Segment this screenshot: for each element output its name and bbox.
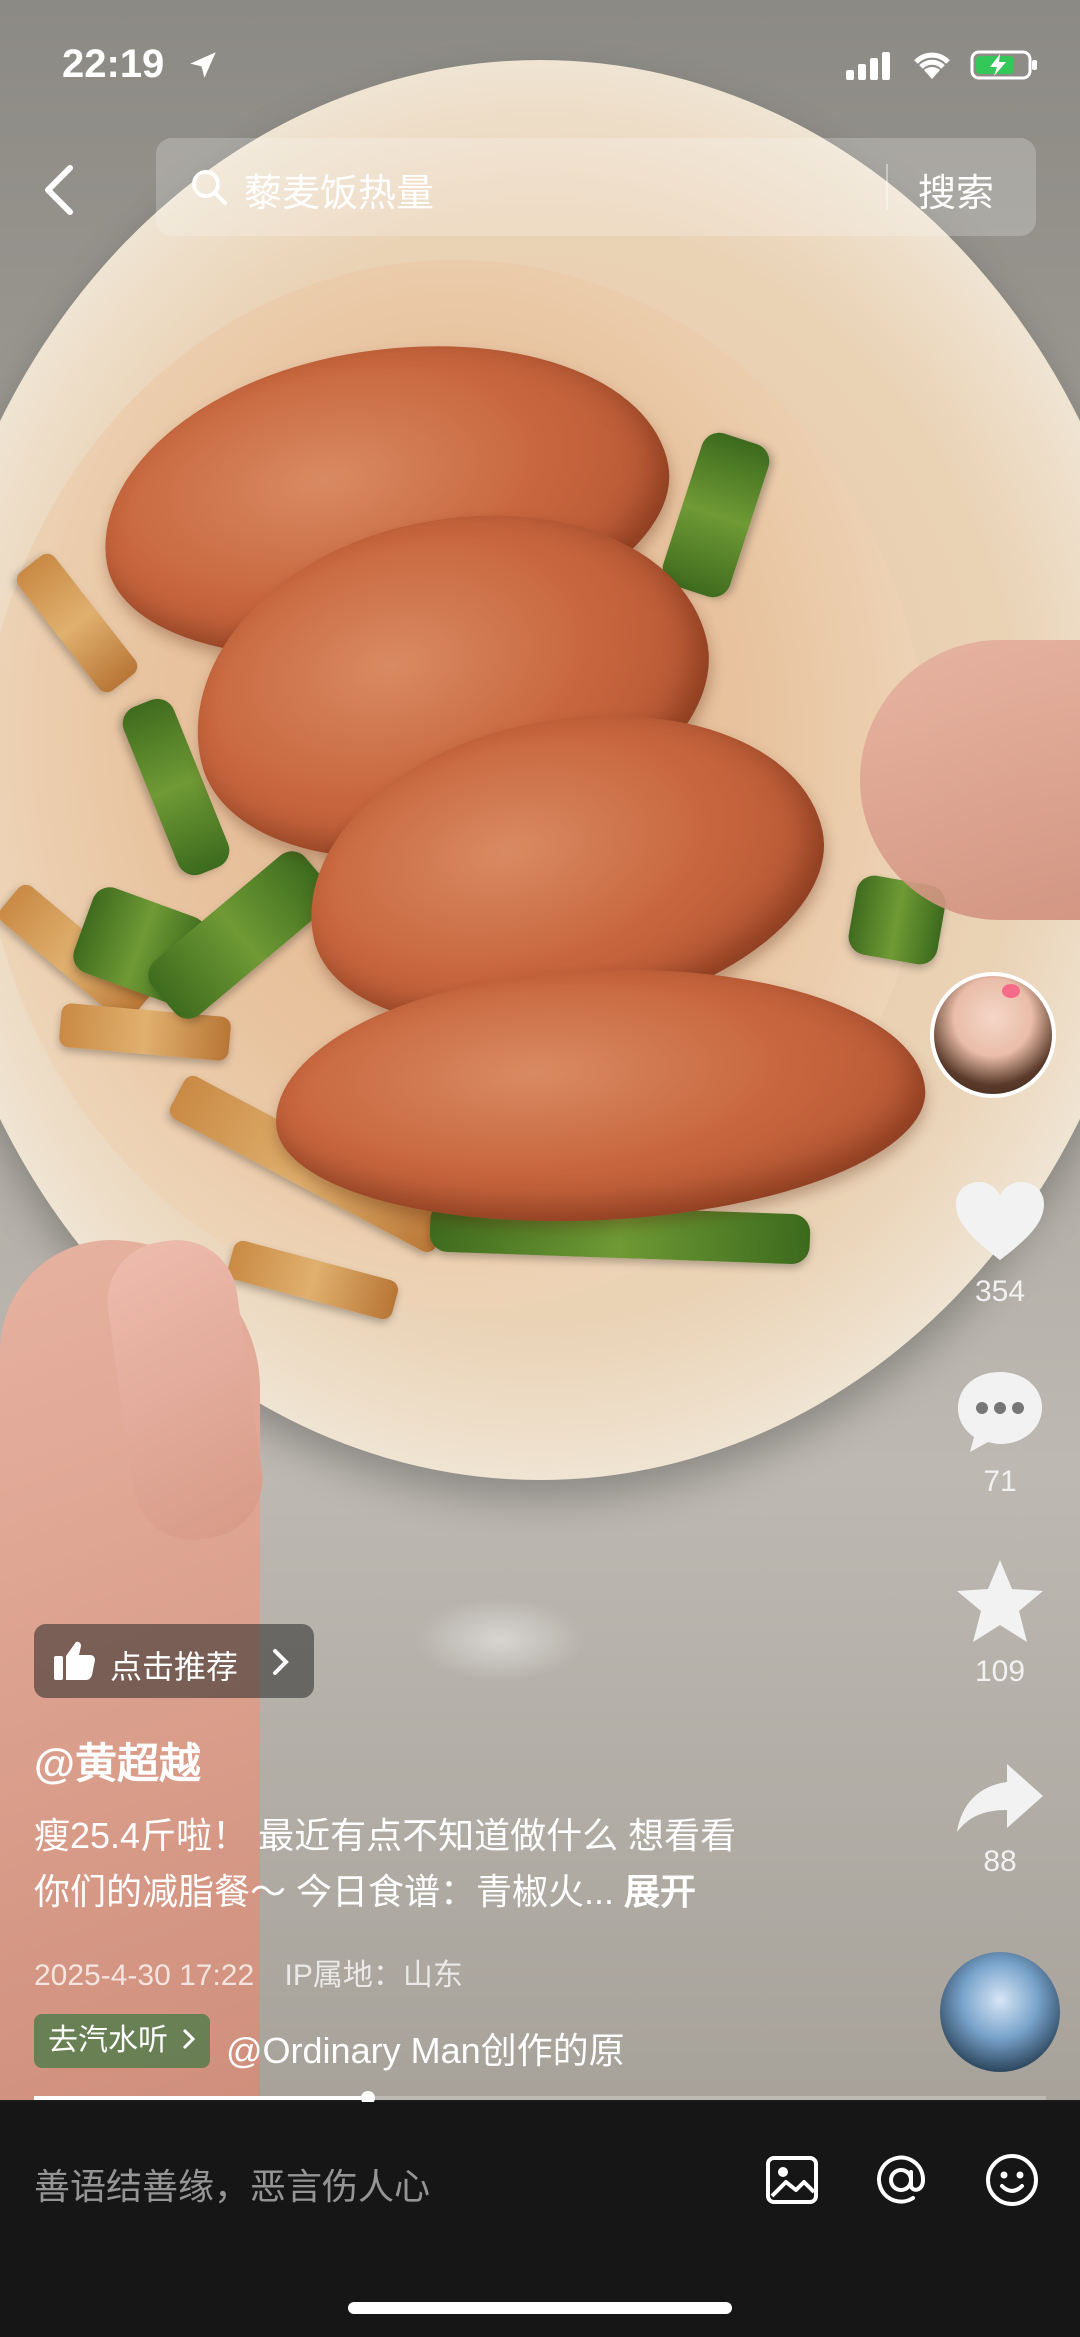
search-query: 藜麦饭热量: [244, 173, 435, 215]
comment-bar: 善语结善缘，恶言伤人心: [0, 2102, 1080, 2337]
search-icon: [190, 168, 228, 206]
recommend-label: 点击推荐: [110, 1649, 239, 1685]
star-icon: [957, 1560, 1043, 1642]
favorite-count: 109: [974, 1655, 1026, 1688]
home-indicator[interactable]: [348, 2302, 732, 2314]
chevron-right-icon: [273, 1649, 289, 1675]
progress-fill: [34, 2096, 368, 2100]
search-input[interactable]: 藜麦饭热量 搜索: [156, 138, 1036, 236]
post-date: 2025-4-30 17:22: [34, 1959, 255, 1992]
avatar-bow-decoration: [1002, 984, 1020, 998]
post-ip-location: IP属地：山东: [284, 1959, 463, 1992]
search-divider: [886, 164, 888, 210]
post-description: 瘦25.4斤啦！ 最近有点不知道做什么 想看看 你们的减脂餐～ 今日食谱：青椒火…: [34, 1808, 834, 1920]
video-progress-bar[interactable]: [34, 2091, 1046, 2105]
description-line-2: 你们的减脂餐～ 今日食谱：青椒火...: [34, 1871, 615, 1912]
thumbs-up-icon: [54, 1641, 95, 1680]
battery-icon: [970, 48, 1040, 87]
wifi-icon: [910, 49, 954, 86]
signal-icon: [846, 50, 894, 85]
description-line-1: 瘦25.4斤啦！ 最近有点不知道做什么 想看看: [34, 1815, 737, 1856]
music-app-tag[interactable]: 去汽水听: [34, 2014, 211, 2068]
author-avatar[interactable]: [930, 972, 1056, 1098]
music-title[interactable]: @Ordinary Man创作的原: [226, 2022, 666, 2074]
chevron-right-icon: [183, 2028, 196, 2050]
image-icon[interactable]: [764, 2152, 820, 2208]
back-button[interactable]: [40, 162, 84, 216]
search-button[interactable]: 搜索: [918, 162, 994, 217]
heart-icon: [956, 1182, 1044, 1260]
recommend-button[interactable]: 点击推荐: [34, 1624, 314, 1698]
music-tag-label: 去汽水听: [48, 2024, 168, 2057]
comment-input[interactable]: 善语结善缘，恶言伤人心: [34, 2158, 430, 2210]
mention-icon[interactable]: [873, 2152, 929, 2208]
comment-button[interactable]: 71: [940, 1368, 1060, 1499]
share-count: 88: [983, 1845, 1017, 1878]
share-button[interactable]: 88: [940, 1762, 1060, 1879]
comment-bubble-icon: [958, 1372, 1042, 1452]
post-meta: 2025-4-30 17:22 IP属地：山东: [34, 1950, 463, 1994]
chevron-left-icon: [45, 165, 73, 215]
status-bar: 22:19: [0, 0, 1080, 130]
like-count: 354: [974, 1275, 1026, 1308]
emoji-icon[interactable]: [984, 2152, 1040, 2208]
music-disc[interactable]: [940, 1952, 1060, 2072]
status-time: 22:19: [62, 42, 165, 86]
expand-button[interactable]: 展开: [624, 1871, 696, 1912]
favorite-button[interactable]: 109: [940, 1558, 1060, 1689]
share-arrow-icon: [957, 1764, 1043, 1832]
author-name[interactable]: @黄超越: [34, 1730, 201, 1791]
like-button[interactable]: 354: [940, 1180, 1060, 1309]
comment-count: 71: [983, 1465, 1017, 1498]
search-bar: 藜麦饭热量 搜索: [0, 138, 1080, 238]
location-arrow-icon: [186, 48, 220, 87]
